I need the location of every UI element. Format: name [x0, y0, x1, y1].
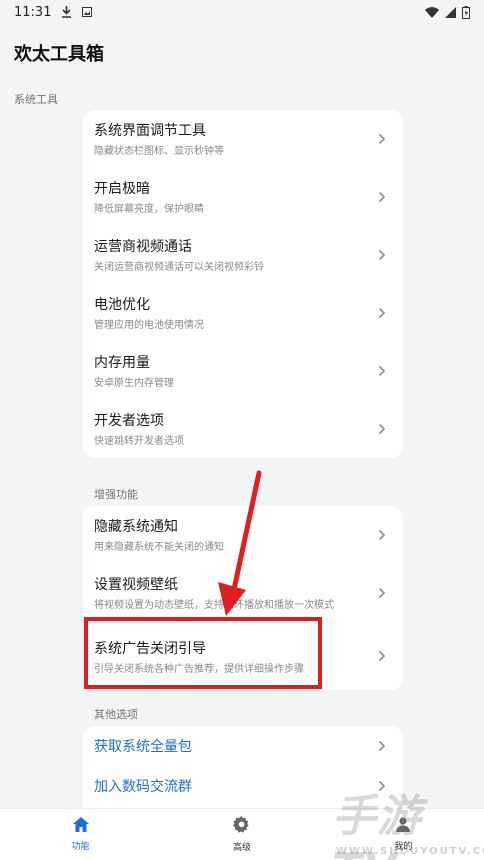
chevron-right-icon — [377, 422, 387, 436]
nav-tab-advanced[interactable]: 高级 — [161, 809, 322, 860]
wifi-icon — [425, 6, 439, 18]
card-other-options: 获取系统全量包 加入数码交流群 — [83, 726, 403, 808]
section-label-other-options: 其他选项 — [94, 708, 138, 721]
chevron-right-icon — [377, 649, 387, 663]
page-title: 欢太工具箱 — [14, 44, 104, 65]
chevron-right-icon — [377, 528, 387, 542]
nav-tab-functions[interactable]: 功能 — [0, 809, 161, 860]
battery-icon — [462, 5, 470, 19]
list-item-subtitle: 关闭运营商视频通话可以关闭视频彩铃 — [94, 262, 264, 273]
image-icon — [82, 7, 93, 17]
list-item-subtitle: 隐藏状态栏图标、显示秒钟等 — [94, 146, 224, 157]
chevron-right-icon — [377, 739, 387, 753]
list-item-extra-dim[interactable]: 开启极暗 降低屏幕亮度，保护眼睛 — [83, 168, 403, 226]
card-system-tools: 系统界面调节工具 隐藏状态栏图标、显示秒钟等 开启极暗 降低屏幕亮度，保护眼睛 … — [83, 110, 403, 458]
list-item-carrier-video-call[interactable]: 运营商视频通话 关闭运营商视频通话可以关闭视频彩铃 — [83, 226, 403, 284]
chevron-right-icon — [377, 364, 387, 378]
chevron-right-icon — [377, 779, 387, 793]
status-bar: 11:31 — [0, 0, 484, 24]
list-item-subtitle: 用来隐藏系统不能关闭的通知 — [94, 542, 224, 553]
list-item-title: 设置视频壁纸 — [94, 577, 178, 593]
chevron-right-icon — [377, 190, 387, 204]
list-item-title: 电池优化 — [94, 297, 150, 313]
list-item-developer-options[interactable]: 开发者选项 快速跳转开发者选项 — [83, 400, 403, 458]
list-item-title: 获取系统全量包 — [94, 739, 192, 755]
nav-tab-label: 高级 — [232, 843, 251, 853]
list-item-memory-usage[interactable]: 内存用量 安卓原生内存管理 — [83, 342, 403, 400]
list-item-title: 运营商视频通话 — [94, 239, 192, 255]
annotation-highlight-box — [84, 617, 322, 689]
list-item-subtitle: 将视频设置为动态壁纸，支持循环播放和播放一次模式 — [94, 600, 334, 611]
list-item-battery-optimization[interactable]: 电池优化 管理应用的电池使用情况 — [83, 284, 403, 342]
person-icon — [396, 817, 411, 835]
nav-tab-label: 功能 — [71, 842, 90, 852]
chevron-right-icon — [377, 248, 387, 262]
list-item-join-group[interactable]: 加入数码交流群 — [83, 766, 403, 806]
list-item-subtitle: 快速跳转开发者选项 — [94, 436, 184, 447]
section-label-system-tools: 系统工具 — [14, 93, 58, 106]
list-item-title: 加入数码交流群 — [94, 779, 192, 795]
gear-icon — [233, 816, 250, 836]
list-item-title: 开启极暗 — [94, 181, 150, 197]
list-item-subtitle: 管理应用的电池使用情况 — [94, 320, 204, 331]
chevron-right-icon — [377, 586, 387, 600]
watermark-url: WWW.SHOUYOUTV.COM — [336, 846, 484, 857]
status-time: 11:31 — [14, 4, 52, 20]
home-icon — [72, 817, 89, 835]
list-item-system-ui-tuner[interactable]: 系统界面调节工具 隐藏状态栏图标、显示秒钟等 — [83, 110, 403, 168]
list-item-title: 开发者选项 — [94, 413, 164, 429]
list-item-hide-system-notifications[interactable]: 隐藏系统通知 用来隐藏系统不能关闭的通知 — [83, 506, 403, 564]
list-item-subtitle: 降低屏幕亮度，保护眼睛 — [94, 204, 204, 215]
list-item-video-wallpaper[interactable]: 设置视频壁纸 将视频设置为动态壁纸，支持循环播放和播放一次模式 — [83, 564, 403, 622]
chevron-right-icon — [377, 132, 387, 146]
list-item-title: 系统界面调节工具 — [94, 123, 206, 139]
list-item-title: 内存用量 — [94, 355, 150, 371]
signal-icon — [445, 6, 456, 18]
list-item-subtitle: 安卓原生内存管理 — [94, 378, 174, 389]
list-item-title: 隐藏系统通知 — [94, 519, 178, 535]
list-item-get-full-package[interactable]: 获取系统全量包 — [83, 726, 403, 766]
section-label-enhanced-features: 增强功能 — [94, 488, 138, 501]
chevron-right-icon — [377, 306, 387, 320]
download-icon — [61, 6, 72, 18]
